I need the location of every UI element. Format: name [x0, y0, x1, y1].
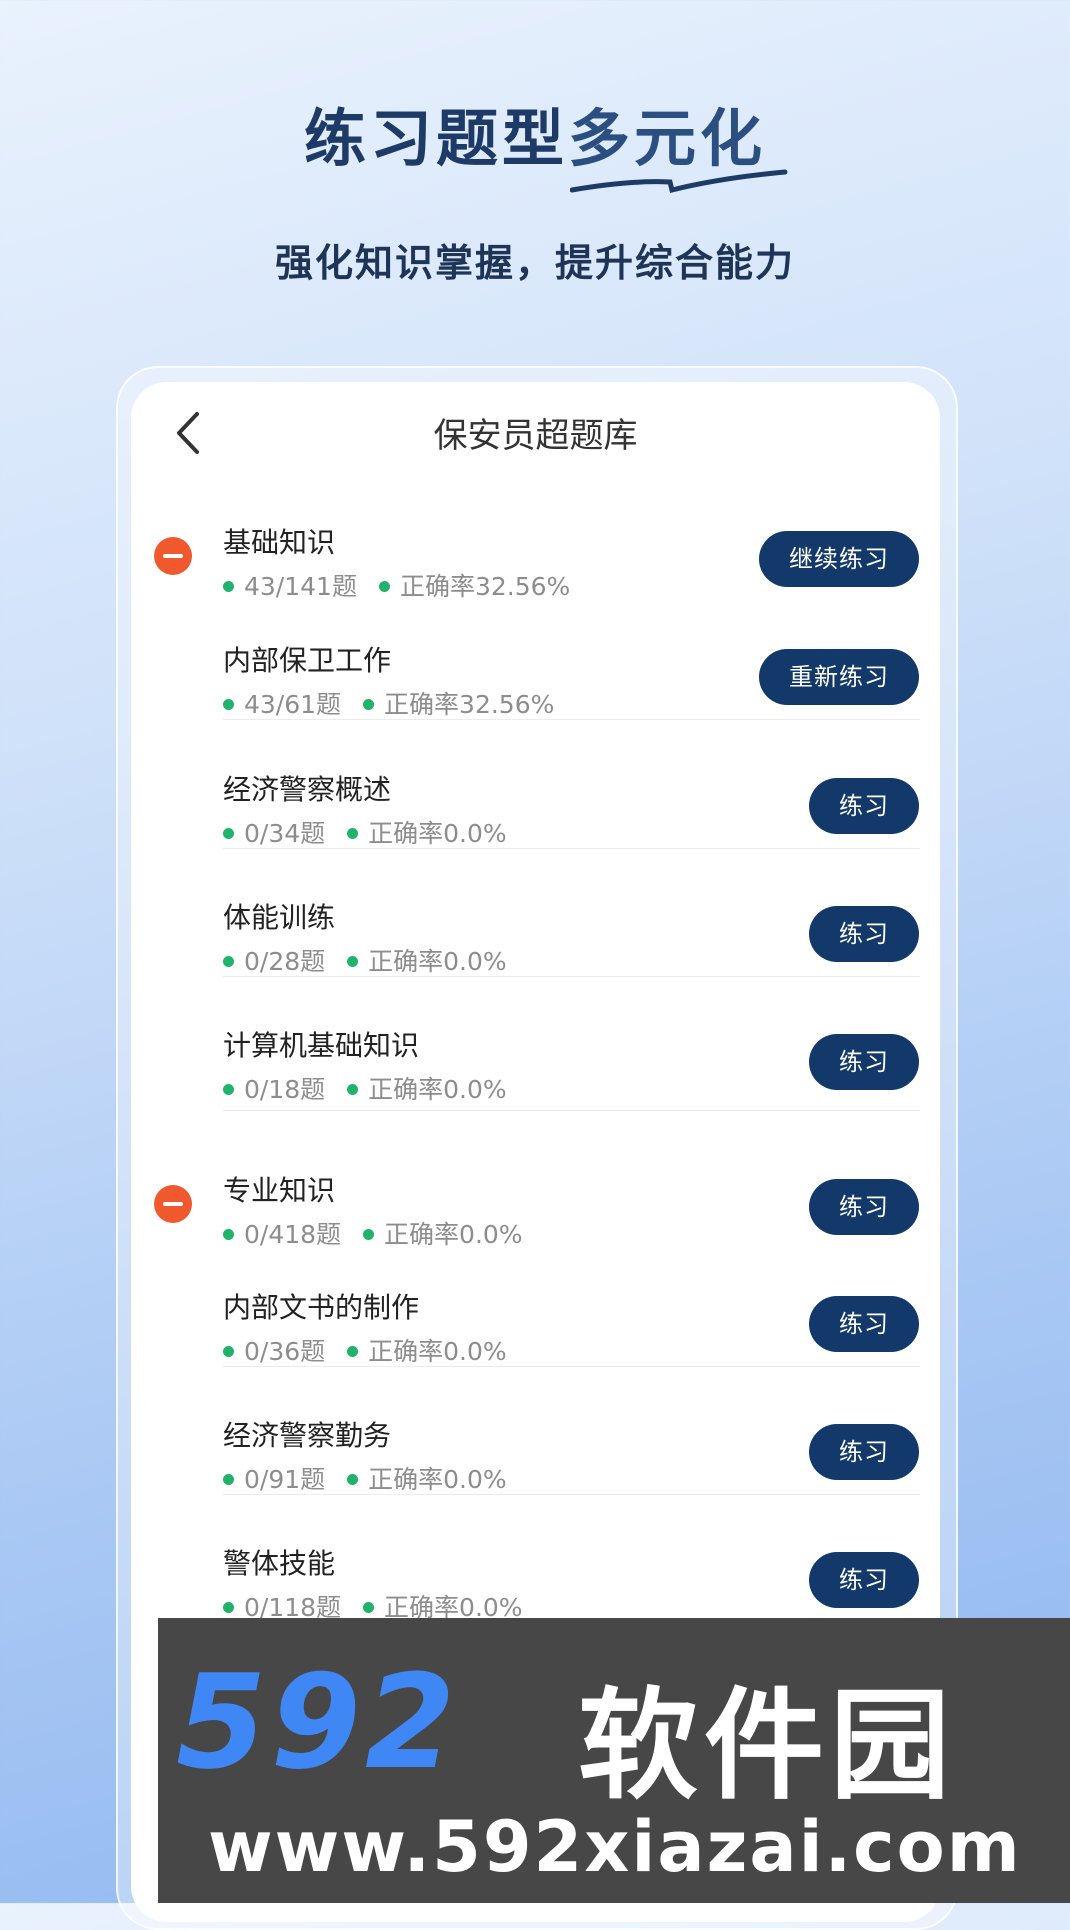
list-item: 体能训练 0/28题 正确率0.0% 练习 — [131, 882, 940, 982]
question-count: 0/418题 — [244, 1220, 342, 1249]
item-title: 经济警察勤务 — [223, 1419, 392, 1452]
headline-part2: 多元化 — [568, 102, 767, 175]
continue-practice-button[interactable]: 继续练习 — [759, 531, 919, 587]
item-meta: 0/36题 正确率0.0% — [223, 1332, 507, 1368]
item-title: 经济警察概述 — [223, 773, 392, 806]
section-meta: 0/418题 正确率0.0% — [223, 1215, 523, 1251]
list-item: 内部保卫工作 43/61题 正确率32.56% 重新练习 — [131, 625, 940, 725]
question-count: 0/34题 — [244, 819, 326, 848]
status-dot — [347, 1473, 359, 1485]
divider — [223, 976, 920, 977]
item-title: 内部文书的制作 — [223, 1291, 420, 1324]
status-dot — [223, 1228, 234, 1240]
practice-button[interactable]: 练习 — [809, 1296, 919, 1352]
practice-button[interactable]: 练习 — [809, 778, 919, 834]
item-title: 警体技能 — [223, 1547, 336, 1580]
item-meta: 43/61题 正确率32.56% — [223, 685, 554, 721]
question-count: 0/18题 — [244, 1075, 326, 1104]
accuracy-rate: 正确率0.0% — [368, 1337, 507, 1366]
section-title: 专业知识 — [223, 1174, 336, 1207]
divider — [223, 1110, 920, 1111]
watermark-url: www.592xiazai.com — [208, 1806, 1022, 1888]
question-count: 43/61题 — [244, 690, 342, 719]
item-title: 内部保卫工作 — [223, 644, 392, 677]
status-dot — [223, 1345, 234, 1357]
status-dot — [223, 1473, 234, 1485]
headline: 练习题型多元化 — [0, 88, 1070, 178]
status-dot — [347, 827, 359, 839]
list-item: 经济警察概述 0/34题 正确率0.0% 练习 — [131, 754, 940, 854]
practice-button[interactable]: 练习 — [809, 1424, 919, 1480]
status-dot — [363, 698, 375, 710]
list-item: 计算机基础知识 0/18题 正确率0.0% 练习 — [131, 1010, 940, 1110]
top-bar: 保安员超题库 — [131, 382, 940, 482]
status-dot — [347, 955, 359, 967]
restart-practice-button[interactable]: 重新练习 — [759, 649, 919, 705]
headline-subtitle: 强化知识掌握，提升综合能力 — [274, 241, 795, 285]
section-title: 基础知识 — [223, 526, 336, 559]
watermark-logo: 592 — [176, 1646, 460, 1798]
headline-part1: 练习题型 — [303, 102, 568, 175]
swoosh-decoration — [570, 169, 788, 194]
status-dot — [223, 1601, 234, 1613]
practice-button[interactable]: 练习 — [809, 1552, 919, 1608]
item-meta: 0/28题 正确率0.0% — [223, 942, 507, 978]
status-dot — [363, 1601, 375, 1613]
headline-main: 练习题型多元化 — [304, 102, 766, 175]
accuracy-rate: 正确率0.0% — [368, 947, 507, 976]
question-count: 0/91题 — [244, 1465, 326, 1494]
status-dot — [347, 1083, 359, 1095]
list-item: 经济警察勤务 0/91题 正确率0.0% 练习 — [131, 1400, 940, 1500]
section-meta: 43/141题 正确率32.56% — [223, 567, 570, 603]
status-dot — [378, 580, 390, 592]
practice-button[interactable]: 练习 — [809, 1034, 919, 1090]
watermark-banner: 592 软件园 www.592xiazai.com — [158, 1618, 1070, 1903]
watermark-name: 软件园 — [578, 1677, 956, 1816]
section-professional-knowledge: 专业知识 0/418题 正确率0.0% 练习 — [131, 1155, 940, 1255]
status-dot — [347, 1345, 359, 1357]
accuracy-rate: 正确率0.0% — [368, 1075, 507, 1104]
accuracy-rate: 正确率0.0% — [368, 1465, 507, 1494]
collapse-icon[interactable] — [154, 1185, 192, 1223]
status-dot — [223, 1083, 234, 1095]
item-title: 计算机基础知识 — [223, 1029, 420, 1062]
practice-button[interactable]: 练习 — [809, 1179, 919, 1235]
question-count: 0/28题 — [244, 947, 326, 976]
item-meta: 0/91题 正确率0.0% — [223, 1460, 507, 1496]
item-title: 体能训练 — [223, 901, 336, 934]
question-count: 43/141题 — [244, 572, 357, 601]
status-dot — [223, 580, 234, 592]
divider — [223, 848, 920, 849]
divider — [223, 1494, 920, 1495]
page-title: 保安员超题库 — [433, 416, 638, 456]
accuracy-rate: 正确率0.0% — [368, 819, 507, 848]
divider — [223, 719, 920, 720]
accuracy-rate: 正确率32.56% — [384, 690, 555, 719]
section-basic-knowledge: 基础知识 43/141题 正确率32.56% 继续练习 — [131, 507, 940, 607]
status-dot — [223, 827, 234, 839]
list-item: 警体技能 0/118题 正确率0.0% 练习 — [131, 1528, 940, 1628]
practice-button[interactable]: 练习 — [809, 906, 919, 962]
accuracy-rate: 正确率32.56% — [399, 572, 571, 601]
question-count: 0/36题 — [244, 1337, 326, 1366]
list-item: 内部文书的制作 0/36题 正确率0.0% 练习 — [131, 1272, 940, 1372]
item-meta: 0/34题 正确率0.0% — [223, 814, 507, 850]
status-dot — [223, 955, 234, 967]
divider — [223, 1366, 920, 1367]
collapse-icon[interactable] — [154, 537, 192, 575]
status-dot — [363, 1228, 375, 1240]
item-meta: 0/18题 正确率0.0% — [223, 1070, 507, 1106]
status-dot — [223, 698, 234, 710]
accuracy-rate: 正确率0.0% — [384, 1220, 523, 1249]
